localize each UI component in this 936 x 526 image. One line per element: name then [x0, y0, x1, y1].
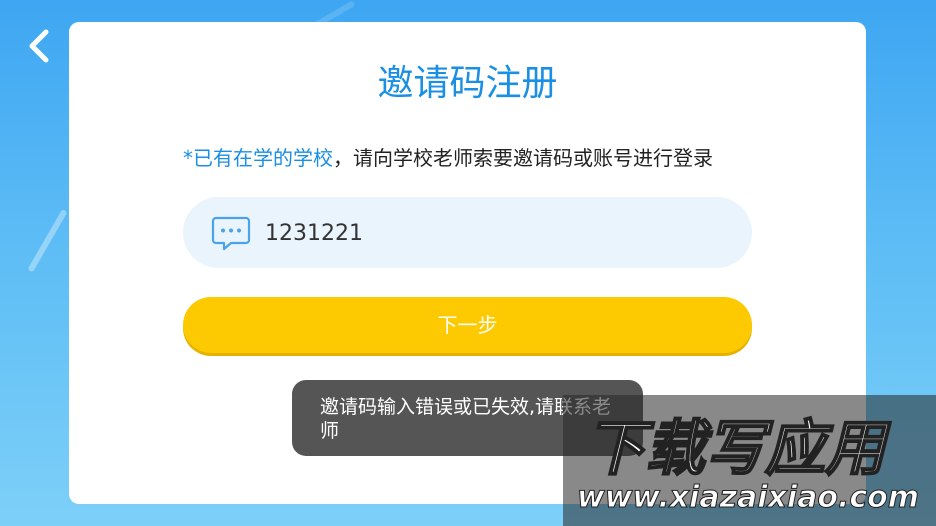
svg-text:下载写应用: 下载写应用 [585, 414, 891, 484]
invite-code-field[interactable] [183, 197, 752, 268]
invite-code-input[interactable] [265, 213, 705, 253]
notice-text: *已有在学的学校，请向学校老师索要邀请码或账号进行登录 [183, 145, 755, 171]
page-title: 邀请码注册 [377, 63, 558, 104]
svg-text:www.xiazaixiao.com: www.xiazaixiao.com [577, 480, 919, 515]
app-screen: 邀请码注册 *已有在学的学校，请向学校老师索要邀请码或账号进行登录 下一步 邀请… [0, 0, 936, 526]
back-button[interactable] [22, 26, 58, 66]
chevron-left-icon [29, 29, 49, 63]
background-streak [27, 208, 68, 273]
watermark-image: 下载写应用 www.xiazaixiao.com [577, 413, 920, 516]
watermark-logo: 下载写应用 www.xiazaixiao.com [563, 395, 936, 526]
notice-highlight: *已有在学的学校 [183, 146, 333, 170]
message-bubble-icon [211, 216, 251, 251]
notice-body: ，请向学校老师索要邀请码或账号进行登录 [333, 146, 713, 170]
next-step-button[interactable]: 下一步 [183, 297, 752, 353]
